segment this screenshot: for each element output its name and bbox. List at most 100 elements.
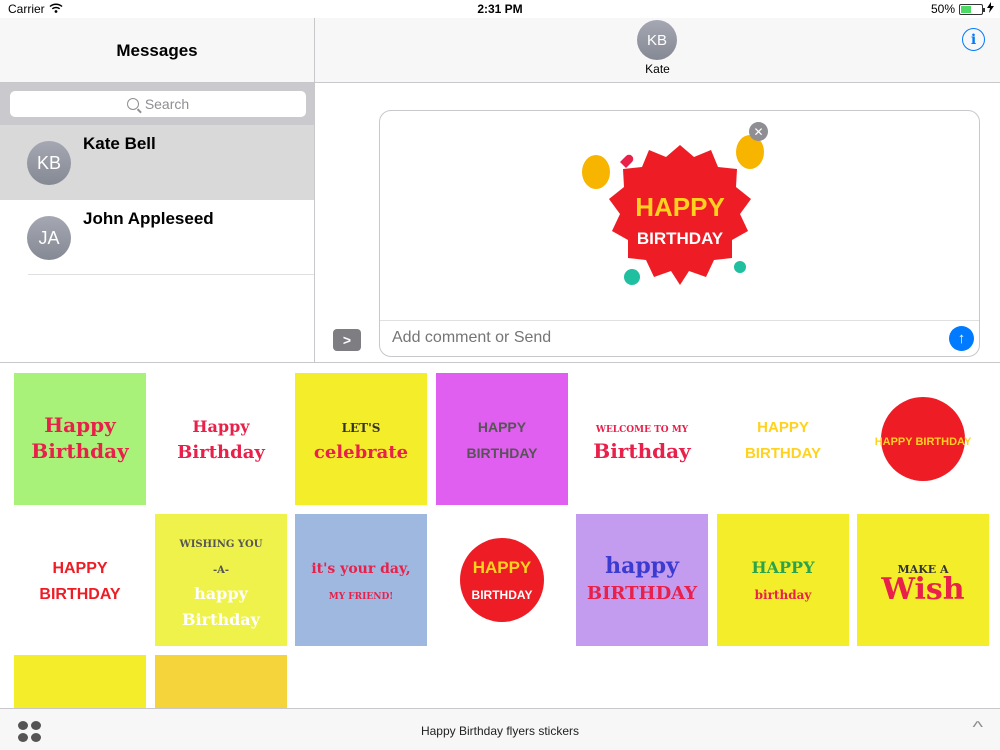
- search-input[interactable]: Search: [10, 91, 306, 117]
- battery-fill: [961, 5, 971, 13]
- sticker-background: [14, 655, 146, 708]
- sticker-art: HAPPY BIRTHDAY: [435, 373, 568, 505]
- sticker-background: [295, 514, 427, 646]
- sticker-text: HAPPY BIRTHDAY: [875, 436, 972, 448]
- sticker-text: BIRTHDAY: [744, 445, 820, 462]
- sticker-art: Happy Birthday: [154, 373, 287, 505]
- chevron-up-icon[interactable]: ^: [973, 719, 984, 737]
- sticker-text: HAPPY: [751, 558, 815, 577]
- sticker-art: HAPPY: [435, 655, 568, 708]
- avatar: KB: [27, 141, 71, 185]
- sticker-4[interactable]: HAPPY BIRTHDAY: [435, 373, 568, 505]
- sticker-19[interactable]: [576, 655, 708, 708]
- comment-input[interactable]: [392, 329, 892, 347]
- sticker-5[interactable]: WELCOME TO MY Birthday: [576, 373, 708, 505]
- sticker-text: happy: [194, 584, 248, 603]
- sticker-17[interactable]: [295, 655, 427, 708]
- sticker-background: [576, 514, 708, 646]
- sticker-text: MY FRIEND!: [329, 592, 393, 602]
- avatar: JA: [27, 216, 71, 260]
- sticker-15[interactable]: [14, 655, 146, 708]
- sticker-14[interactable]: MAKE A Wish: [857, 514, 989, 646]
- sticker-text: BIRTHDAY: [471, 588, 532, 602]
- preview-line-1: HAPPY: [635, 192, 725, 222]
- sticker-drawer: Happy Birthday Happy Birthday LET'S celebrate…: [0, 362, 1000, 708]
- sticker-background: [716, 514, 849, 646]
- sticker-art: happy BIRTHDAY: [576, 514, 708, 646]
- sticker-art: HAPPY birthday: [716, 514, 849, 646]
- conversation-item-john-appleseed[interactable]: JA John Appleseed: [0, 200, 314, 275]
- sticker-13[interactable]: HAPPY birthday: [716, 514, 849, 646]
- balloon-shape: [582, 155, 610, 189]
- status-time: 2:31 PM: [477, 2, 523, 16]
- conversation-item-kate-bell[interactable]: KB Kate Bell: [0, 125, 314, 200]
- sticker-text: WISHING YOU: [178, 539, 262, 550]
- status-bar: Carrier 2:31 PM 50%: [0, 0, 1000, 18]
- battery-icon: [959, 3, 985, 15]
- sticker-text: BIRTHDAY: [466, 445, 538, 461]
- sticker-art: make: [154, 655, 287, 708]
- drawer-title: Happy Birthday flyers stickers: [420, 724, 580, 738]
- sticker-background: [295, 655, 427, 708]
- sticker-art: HAPPY BIRTHDAY: [857, 373, 989, 505]
- sticker-background: [154, 655, 287, 708]
- sticker-3[interactable]: LET'S celebrate: [295, 373, 427, 505]
- sticker-text: HAPPY: [52, 560, 107, 577]
- search-placeholder: Search: [144, 96, 190, 112]
- sticker-art: it's your day, MY FRIEND!: [295, 514, 427, 646]
- sticker-1[interactable]: Happy Birthday: [14, 373, 146, 505]
- sticker-8[interactable]: HAPPY BIRTHDAY: [14, 514, 146, 646]
- sticker-art: LET'S celebrate: [295, 373, 427, 505]
- sticker-2[interactable]: Happy Birthday: [154, 373, 287, 505]
- status-right: 50%: [931, 2, 994, 16]
- conversation-name: Kate Bell: [83, 134, 156, 153]
- conversation-list: KB Kate Bell JA John Appleseed: [0, 125, 315, 362]
- sticker-background: [295, 373, 427, 505]
- app-drawer-bar: Happy Birthday flyers stickers ^: [0, 708, 1000, 750]
- sticker-text: Happy: [192, 417, 250, 436]
- arrow-up-icon[interactable]: ↑: [949, 326, 974, 351]
- sticker-7[interactable]: HAPPY BIRTHDAY: [857, 373, 989, 505]
- comment-row: ↑: [380, 320, 979, 356]
- sticker-text: Birthday: [593, 439, 692, 463]
- sticker-art: HAPPY BIRTHDAY: [716, 373, 849, 505]
- sticker-text: birthday: [754, 588, 812, 602]
- heart-shape: [620, 154, 634, 168]
- sticker-text: -A-: [212, 565, 228, 576]
- sidebar-header: Messages: [0, 18, 315, 83]
- sticker-6[interactable]: HAPPY BIRTHDAY: [716, 373, 849, 505]
- sticker-text: WELCOME TO MY: [595, 425, 689, 435]
- sticker-background: [716, 373, 849, 505]
- compose-box: HAPPY BIRTHDAY ✕ ↑: [379, 110, 980, 357]
- charging-icon: [987, 2, 994, 16]
- sticker-11[interactable]: HAPPY BIRTHDAY: [435, 514, 568, 646]
- sticker-text: Birthday: [31, 439, 130, 463]
- sticker-text: LET'S: [342, 421, 381, 435]
- sticker-12[interactable]: happy BIRTHDAY: [576, 514, 708, 646]
- sticker-18[interactable]: HAPPY: [435, 655, 568, 708]
- badge-shape: [459, 538, 544, 622]
- info-icon[interactable]: i: [962, 28, 985, 51]
- compose-area: > HAPPY BIRTHDAY ✕ ↑: [315, 83, 1000, 362]
- sticker-10[interactable]: it's your day, MY FRIEND!: [295, 514, 427, 646]
- dot-shape: [734, 261, 746, 273]
- sticker-16[interactable]: make: [154, 655, 287, 708]
- sticker-preview: HAPPY BIRTHDAY: [580, 117, 780, 317]
- close-icon[interactable]: ✕: [749, 122, 768, 141]
- sticker-art: HAPPY BIRTHDAY: [14, 514, 146, 646]
- sticker-text: happy: [605, 553, 680, 579]
- sticker-art: [295, 655, 427, 708]
- sticker-9[interactable]: WISHING YOU -A-happy Birthday: [154, 514, 287, 646]
- sticker-art: [14, 655, 146, 708]
- contact-name[interactable]: Kate: [315, 62, 1000, 76]
- sticker-text: Happy: [44, 413, 117, 437]
- search-bar: Search: [0, 83, 315, 125]
- contact-avatar[interactable]: KB: [637, 20, 677, 60]
- sticker-art: WELCOME TO MY Birthday: [576, 373, 708, 505]
- preview-line-2: BIRTHDAY: [637, 229, 724, 248]
- chevron-right-icon[interactable]: >: [333, 329, 361, 351]
- divider: [28, 274, 314, 275]
- sticker-text: celebrate: [314, 442, 408, 463]
- conversation-name: John Appleseed: [83, 209, 214, 228]
- sticker-text: HAPPY: [757, 419, 809, 436]
